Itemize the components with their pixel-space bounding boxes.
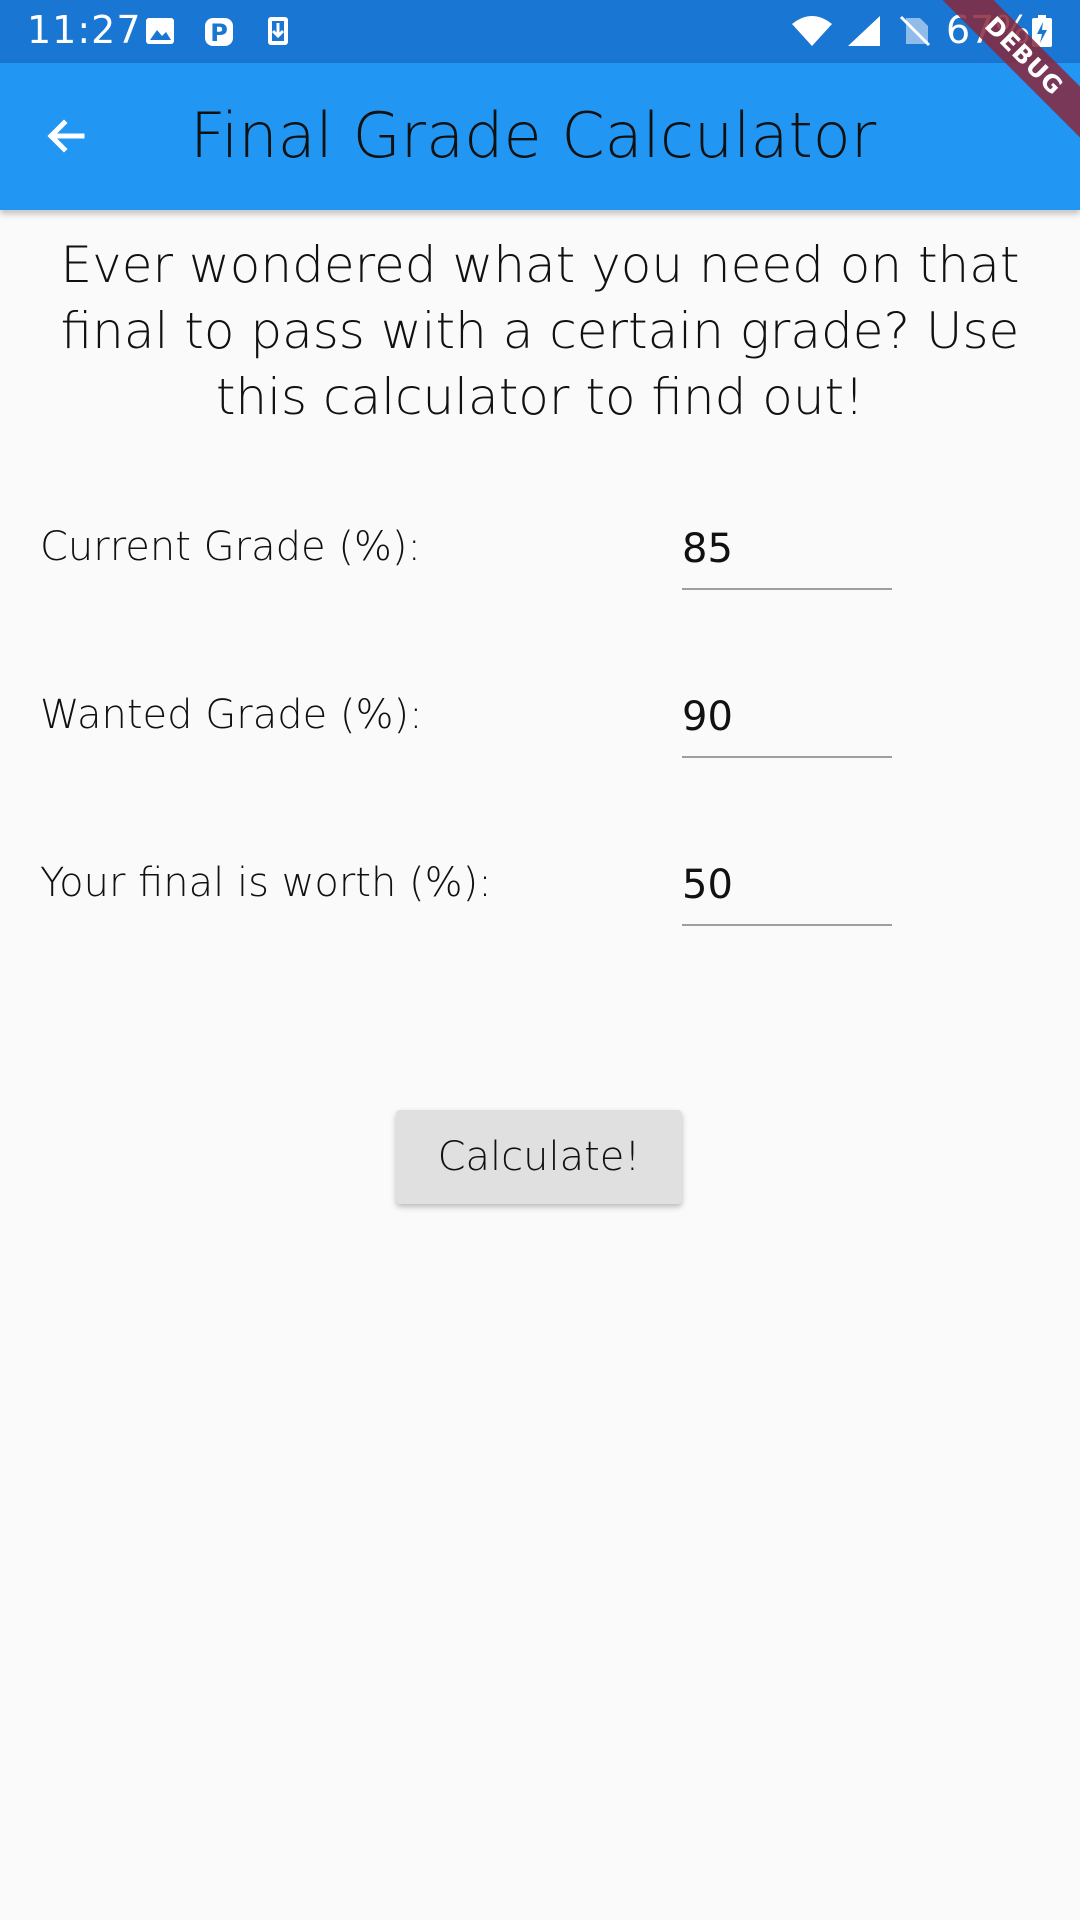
- current-grade-label: Current Grade (%):: [40, 524, 422, 570]
- image-icon: [146, 18, 174, 44]
- no-sim-icon: [899, 15, 931, 47]
- calculate-button[interactable]: Calculate!: [396, 1110, 682, 1204]
- page-title: Final Grade Calculator: [190, 99, 877, 172]
- battery-charging-icon: [1032, 15, 1052, 47]
- download-icon: [268, 17, 288, 45]
- intro-text: Ever wondered what you need on that fina…: [60, 236, 1020, 426]
- back-button[interactable]: [34, 104, 98, 168]
- signal-icon: [848, 16, 880, 46]
- current-grade-row: Current Grade (%):: [0, 510, 1080, 630]
- app-bar: Final Grade Calculator: [0, 63, 1080, 210]
- status-time: 11:27: [27, 8, 142, 52]
- final-worth-label: Your final is worth (%):: [40, 860, 492, 906]
- wanted-grade-label: Wanted Grade (%):: [40, 692, 423, 738]
- final-worth-row: Your final is worth (%):: [0, 846, 1080, 966]
- final-worth-input[interactable]: [682, 846, 892, 926]
- current-grade-input[interactable]: [682, 510, 892, 590]
- arrow-back-icon: [47, 119, 85, 153]
- wanted-grade-row: Wanted Grade (%):: [0, 678, 1080, 798]
- battery-percentage: 67%: [946, 8, 1031, 52]
- wanted-grade-input[interactable]: [682, 678, 892, 758]
- svg-text:P: P: [210, 19, 228, 47]
- status-bar: 11:27 P 67%: [0, 0, 1080, 63]
- parking-icon: P: [205, 18, 233, 47]
- wifi-icon: [792, 16, 832, 46]
- screen: 11:27 P 67% Final Grade Calculator DEBUG…: [0, 0, 1080, 1920]
